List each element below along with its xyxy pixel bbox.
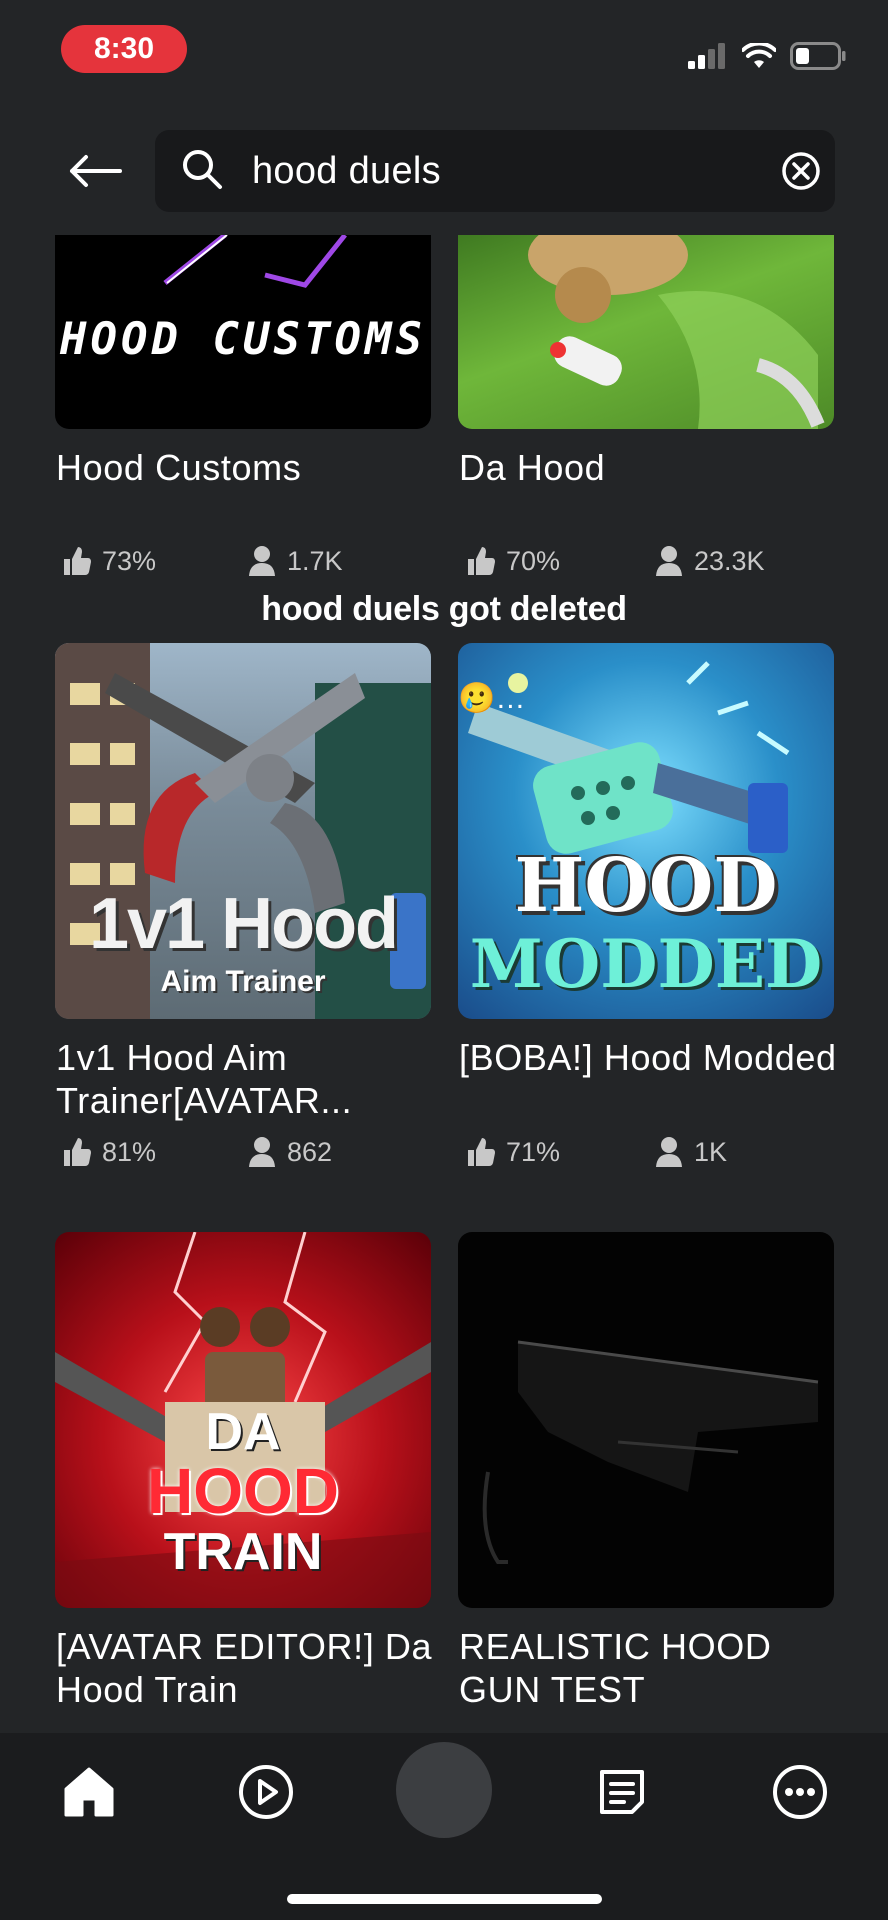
thumbs-up-icon: [468, 1138, 495, 1166]
player-icon: [656, 546, 682, 576]
notes-icon: [600, 1770, 644, 1814]
wifi-icon: [742, 43, 776, 68]
emoji: 🥲…: [458, 682, 526, 715]
game-card-thumbnail[interactable]: 🥲… HOOD MODDED: [458, 643, 834, 1019]
signal-icon: [688, 43, 725, 69]
game-title[interactable]: Da Hood: [459, 446, 849, 489]
game-card-thumbnail[interactable]: HOOD CUSTOMS: [55, 235, 431, 429]
rating: 73%: [102, 545, 157, 576]
nav-avatar[interactable]: [396, 1742, 492, 1838]
thumbnail-subtext: TRAIN: [163, 1523, 323, 1581]
game-card-thumbnail[interactable]: [458, 235, 834, 429]
video-caption: hood duels got deleted: [261, 590, 627, 628]
nav-notes[interactable]: [592, 1762, 652, 1822]
game-title[interactable]: REALISTIC HOOD GUN TEST: [459, 1625, 849, 1711]
game-card-thumbnail[interactable]: 1v1 Hood Aim Trainer: [55, 643, 431, 1019]
thumbnail-text: HOOD CUSTOMS: [60, 314, 426, 365]
nav-more[interactable]: [770, 1762, 830, 1822]
thumbnail-subtext: Aim Trainer: [160, 965, 326, 998]
game-card-thumbnail[interactable]: [458, 1232, 834, 1608]
nav-home[interactable]: [59, 1762, 119, 1822]
game-stats: 70% 23.3K: [466, 545, 765, 577]
home-indicator: [287, 1894, 602, 1904]
player-count: 1.7K: [287, 545, 343, 576]
player-count: 23.3K: [694, 545, 765, 576]
thumbnail-subtext: MODDED: [469, 925, 823, 1003]
game-stats: 73% 1.7K: [62, 545, 343, 577]
thumbnail-text: HOOD: [514, 843, 778, 929]
player-count: 862: [287, 1136, 333, 1167]
player-icon: [249, 546, 275, 576]
thumbs-up-icon: [64, 1138, 91, 1166]
gun-test-art: [482, 1340, 819, 1564]
thumbnail-text: 1v1 Hood: [88, 884, 399, 964]
search-query[interactable]: hood duels: [252, 150, 441, 193]
thumbs-up-icon: [468, 547, 495, 575]
rating: 70%: [506, 545, 561, 576]
status-time: 8:30: [61, 25, 187, 73]
player-count: 1K: [694, 1136, 728, 1167]
back-button[interactable]: [60, 148, 130, 194]
game-title[interactable]: [AVATAR EDITOR!] Da Hood Train: [56, 1625, 446, 1711]
player-icon: [656, 1137, 682, 1167]
game-stats: 71% 1K: [466, 1136, 727, 1168]
game-card-thumbnail[interactable]: DA HOOD TRAIN: [55, 1232, 431, 1608]
play-icon: [239, 1765, 293, 1819]
battery-icon: [790, 42, 846, 70]
thumbnail-subtext: HOOD: [147, 1455, 339, 1527]
da-hood-art: [528, 235, 825, 429]
search-icon: [183, 150, 222, 189]
more-icon: [773, 1765, 827, 1819]
game-title[interactable]: 1v1 Hood Aim Trainer[AVATAR...: [56, 1036, 446, 1122]
nav-play[interactable]: [236, 1762, 296, 1822]
game-title[interactable]: [BOBA!] Hood Modded: [459, 1036, 849, 1079]
game-title[interactable]: Hood Customs: [56, 446, 446, 489]
game-stats: 81% 862: [62, 1136, 332, 1168]
rating: 81%: [102, 1136, 157, 1167]
player-icon: [249, 1137, 275, 1167]
rating: 71%: [506, 1136, 561, 1167]
thumbnail-text: DA: [205, 1403, 281, 1461]
status-icons: [688, 42, 846, 70]
clear-search-icon[interactable]: [781, 151, 821, 191]
back-arrow-icon: [70, 155, 122, 187]
home-icon: [64, 1767, 114, 1817]
thumbs-up-icon: [64, 547, 91, 575]
